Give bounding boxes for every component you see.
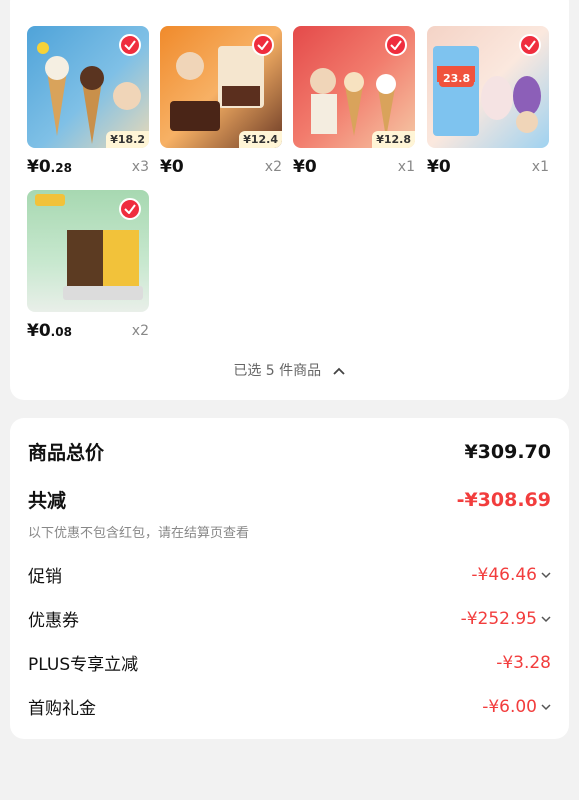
- product-qty-1: x3: [131, 159, 149, 175]
- price-tag: 23.8: [439, 70, 475, 87]
- first-purchase-value: -¥6.00: [482, 696, 537, 717]
- total-price-value: ¥309.70: [464, 440, 551, 463]
- chevron-down-icon: [541, 703, 551, 710]
- plus-discount-label: PLUS专享立减: [28, 655, 139, 675]
- product-price-3: ¥0: [293, 157, 317, 177]
- selected-products-card: ¥18.2 ¥0.28 x3 ¥12.4 ¥0 x2 ¥12.8 ¥0 x1 2…: [10, 0, 569, 400]
- total-price-row: 商品总价 ¥309.70: [28, 438, 551, 465]
- coupon-label: 优惠券: [28, 611, 79, 631]
- product-thumbnail-1[interactable]: ¥18.2: [27, 26, 149, 148]
- chevron-down-icon: [541, 571, 551, 578]
- total-discount-label: 共减: [28, 490, 67, 512]
- product-thumbnail-2[interactable]: ¥12.4: [160, 26, 282, 148]
- product-price-1: ¥0.28: [27, 157, 72, 177]
- product-thumbnail-5[interactable]: [27, 190, 149, 312]
- selected-check-icon[interactable]: [519, 34, 541, 56]
- selected-count-toggle[interactable]: 已选 5 件商品: [10, 360, 569, 380]
- discount-note: 以下优惠不包含红包，请在结算页查看: [28, 526, 250, 541]
- plus-discount-value: -¥3.28: [496, 652, 551, 673]
- promotion-label: 促销: [28, 567, 62, 587]
- product-qty-3: x1: [397, 159, 415, 175]
- promotion-value: -¥46.46: [471, 564, 537, 585]
- product-thumbnail-3[interactable]: ¥12.8: [293, 26, 415, 148]
- coupon-row[interactable]: 优惠券 -¥252.95: [28, 606, 551, 631]
- product-qty-2: x2: [264, 159, 282, 175]
- total-discount-row: 共减 -¥308.69: [28, 486, 551, 513]
- product-qty-5: x2: [131, 323, 149, 339]
- plus-discount-row: PLUS专享立减 -¥3.28: [28, 650, 551, 676]
- price-tag: ¥18.2: [106, 131, 149, 148]
- price-summary-card: 商品总价 ¥309.70 共减 -¥308.69 以下优惠不包含红包，请在结算页…: [10, 418, 569, 739]
- selected-check-icon[interactable]: [385, 34, 407, 56]
- total-price-label: 商品总价: [28, 442, 105, 464]
- selected-count-text: 已选 5 件商品: [233, 363, 322, 379]
- coupon-value: -¥252.95: [460, 608, 537, 629]
- price-tag: ¥12.4: [239, 131, 282, 148]
- product-qty-4: x1: [531, 159, 549, 175]
- chevron-down-icon: [541, 615, 551, 622]
- product-price-4: ¥0: [427, 157, 451, 177]
- product-price-5: ¥0.08: [27, 321, 72, 341]
- selected-check-icon[interactable]: [252, 34, 274, 56]
- selected-check-icon[interactable]: [119, 198, 141, 220]
- promotion-row[interactable]: 促销 -¥46.46: [28, 562, 551, 587]
- total-discount-value: -¥308.69: [456, 488, 551, 511]
- first-purchase-row[interactable]: 首购礼金 -¥6.00: [28, 694, 551, 719]
- product-thumbnail-4[interactable]: 23.8: [427, 26, 549, 148]
- selected-check-icon[interactable]: [119, 34, 141, 56]
- first-purchase-label: 首购礼金: [28, 699, 96, 719]
- price-tag: ¥12.8: [372, 131, 415, 148]
- chevron-up-icon: [332, 367, 345, 375]
- product-price-2: ¥0: [160, 157, 184, 177]
